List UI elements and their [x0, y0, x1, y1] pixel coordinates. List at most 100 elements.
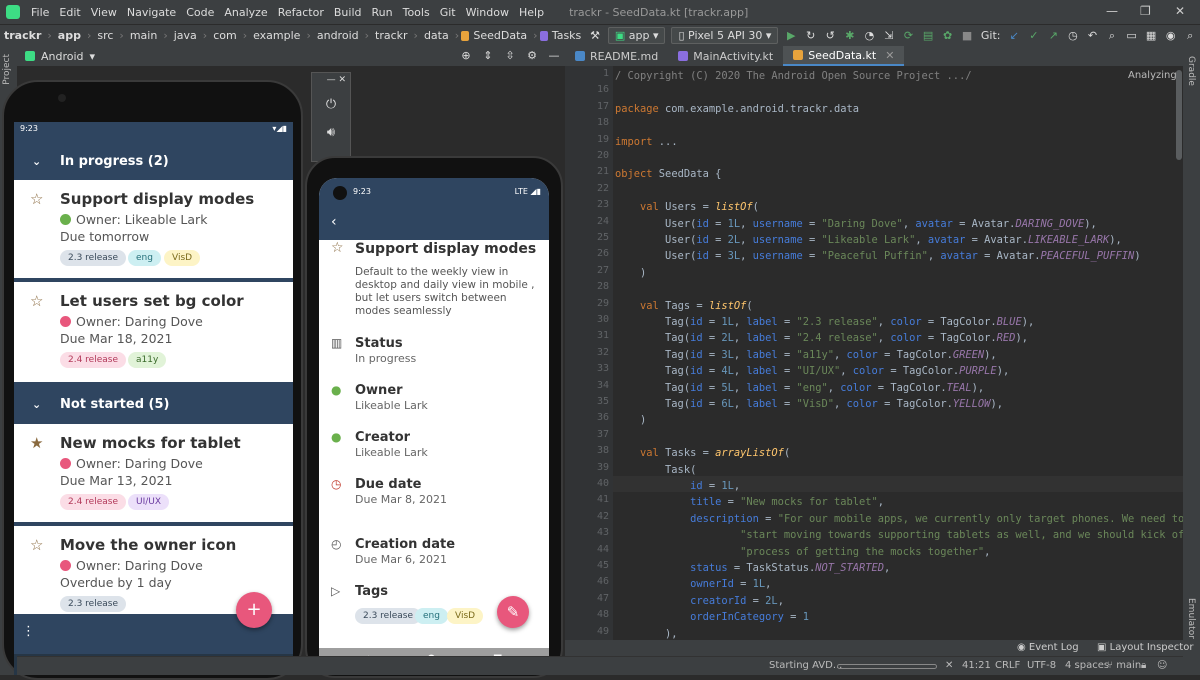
- layout-icon[interactable]: ▦: [1145, 29, 1157, 43]
- minimize-button[interactable]: —: [1106, 4, 1118, 18]
- star-outline-icon[interactable]: ☆: [30, 292, 43, 310]
- code-line: import ...: [615, 135, 678, 148]
- history-icon[interactable]: ◷: [1067, 29, 1079, 43]
- layout-inspector-button[interactable]: ▣ Layout Inspector: [1097, 642, 1193, 653]
- debug-icon[interactable]: ✱: [844, 29, 856, 43]
- menu-edit[interactable]: Edit: [54, 6, 85, 19]
- git-label: Git:: [980, 29, 1001, 42]
- file-encoding[interactable]: UTF-8: [1027, 660, 1056, 671]
- cancel-icon[interactable]: ✕: [945, 660, 953, 671]
- rollback-icon[interactable]: ↶: [1087, 29, 1099, 43]
- breadcrumb-android[interactable]: android: [313, 29, 363, 42]
- overflow-menu-icon[interactable]: ⋮: [22, 624, 35, 639]
- collapse-icon[interactable]: ⇳: [503, 49, 517, 63]
- menu-code[interactable]: Code: [181, 6, 219, 19]
- breadcrumb-tasks[interactable]: Tasks: [548, 29, 585, 42]
- section-in-progress[interactable]: ⌄ In progress (2): [14, 147, 293, 177]
- menu-tools[interactable]: Tools: [398, 6, 435, 19]
- power-icon[interactable]: ⏻: [312, 97, 350, 112]
- stop-icon[interactable]: ■: [961, 29, 973, 43]
- close-tab-icon[interactable]: ✕: [885, 49, 894, 62]
- project-tool-tab[interactable]: Project: [2, 54, 12, 85]
- breadcrumb-src[interactable]: src: [93, 29, 117, 42]
- gradle-tool-tab[interactable]: Gradle: [1186, 56, 1196, 86]
- close-window-button[interactable]: ✕: [1175, 4, 1185, 18]
- menu-navigate[interactable]: Navigate: [122, 6, 181, 19]
- code-editor[interactable]: / Copyright (C) 2020 The Android Open So…: [613, 66, 1183, 640]
- menu-view[interactable]: View: [86, 6, 122, 19]
- menu-window[interactable]: Window: [461, 6, 514, 19]
- inspector-icon[interactable]: ☺: [1157, 660, 1167, 671]
- breadcrumb-app[interactable]: app: [54, 29, 85, 42]
- star-outline-icon[interactable]: ☆: [331, 240, 344, 256]
- breadcrumb-example[interactable]: example: [249, 29, 304, 42]
- sync-icon[interactable]: ⟳: [903, 29, 915, 43]
- event-log-button[interactable]: ◉ Event Log: [1017, 642, 1079, 653]
- tab-mainactivity[interactable]: MainActivity.kt: [668, 46, 783, 66]
- indent-setting[interactable]: 4 spaces: [1065, 660, 1109, 671]
- breadcrumb-trackr[interactable]: trackr: [0, 29, 45, 42]
- run-config-dropdown[interactable]: ▣ app ▾: [607, 27, 666, 44]
- target-icon[interactable]: ⊕: [459, 49, 473, 63]
- gear-icon[interactable]: ⚙: [525, 49, 539, 63]
- chevron-down-icon[interactable]: ▾: [90, 50, 96, 63]
- search-icon[interactable]: ⌕: [1106, 29, 1118, 43]
- menu-file[interactable]: File: [26, 6, 54, 19]
- line-number: 20: [596, 150, 609, 161]
- menu-build[interactable]: Build: [329, 6, 367, 19]
- apply-changes-icon[interactable]: ↻: [805, 29, 817, 43]
- task-card[interactable]: ☆ Let users set bg color Owner: Daring D…: [14, 282, 293, 382]
- task-card[interactable]: ★ New mocks for tablet Owner: Daring Dov…: [14, 424, 293, 522]
- breadcrumb-trackr-pkg[interactable]: trackr: [371, 29, 412, 42]
- hammer-icon[interactable]: ⚒: [589, 29, 601, 43]
- profile-icon[interactable]: ◔: [864, 29, 876, 43]
- breadcrumb-java[interactable]: java: [170, 29, 201, 42]
- star-outline-icon[interactable]: ☆: [30, 536, 43, 554]
- hide-panel-icon[interactable]: —: [547, 49, 561, 63]
- breadcrumb-main[interactable]: main: [126, 29, 161, 42]
- add-task-fab[interactable]: +: [236, 592, 272, 628]
- edit-task-fab[interactable]: ✎: [497, 596, 529, 628]
- project-structure-icon[interactable]: ▭: [1126, 29, 1138, 43]
- star-outline-icon[interactable]: ☆: [30, 190, 43, 208]
- line-separator[interactable]: CRLF: [995, 660, 1020, 671]
- chevron-down-icon[interactable]: ⌄: [32, 147, 41, 177]
- menu-refactor[interactable]: Refactor: [273, 6, 329, 19]
- close-icon[interactable]: — ✕: [312, 75, 350, 85]
- task-card[interactable]: ☆ Support display modes Owner: Likeable …: [14, 180, 293, 278]
- breadcrumb-data[interactable]: data: [420, 29, 453, 42]
- lock-icon[interactable]: 🔒︎: [1141, 660, 1146, 671]
- emulator-tool-tab[interactable]: Emulator: [1186, 598, 1196, 639]
- view-selector[interactable]: Android: [41, 50, 84, 63]
- device-dropdown[interactable]: ▯ Pixel 5 API 30 ▾: [671, 27, 779, 44]
- search-everywhere-icon[interactable]: ⌕: [1184, 29, 1196, 43]
- attach-debugger-icon[interactable]: ⇲: [883, 29, 895, 43]
- breadcrumb-seeddata[interactable]: SeedData: [469, 29, 531, 42]
- breadcrumb-com[interactable]: com: [209, 29, 241, 42]
- code-line: creatorId = 2L,: [690, 594, 784, 607]
- apply-code-changes-icon[interactable]: ↺: [825, 29, 837, 43]
- expand-icon[interactable]: ⇕: [481, 49, 495, 63]
- maximize-button[interactable]: ❐: [1140, 4, 1151, 18]
- git-commit-icon[interactable]: ✓: [1028, 29, 1040, 43]
- avd-manager-icon[interactable]: ▤: [922, 29, 934, 43]
- editor-scrollbar[interactable]: [1176, 70, 1182, 160]
- cursor-position[interactable]: 41:21: [962, 660, 991, 671]
- section-not-started[interactable]: ⌄ Not started (5): [14, 390, 293, 420]
- volume-up-icon[interactable]: 🔊︎: [312, 125, 350, 140]
- menu-git[interactable]: Git: [435, 6, 461, 19]
- assistant-icon[interactable]: ◉: [1165, 29, 1177, 43]
- tab-readme[interactable]: README.md: [565, 46, 668, 66]
- star-filled-icon[interactable]: ★: [30, 434, 43, 452]
- git-branch[interactable]: ⑂ main: [1107, 660, 1141, 671]
- chevron-down-icon[interactable]: ⌄: [32, 390, 41, 420]
- run-icon[interactable]: ▶: [785, 29, 797, 43]
- menu-analyze[interactable]: Analyze: [219, 6, 272, 19]
- git-update-icon[interactable]: ↙: [1009, 29, 1021, 43]
- back-arrow-icon[interactable]: ‹: [331, 214, 337, 230]
- android-bug-icon[interactable]: ✿: [942, 29, 954, 43]
- menu-help[interactable]: Help: [514, 6, 549, 19]
- tab-seeddata[interactable]: SeedData.kt ✕: [783, 46, 905, 66]
- menu-run[interactable]: Run: [367, 6, 398, 19]
- git-push-icon[interactable]: ↗: [1048, 29, 1060, 43]
